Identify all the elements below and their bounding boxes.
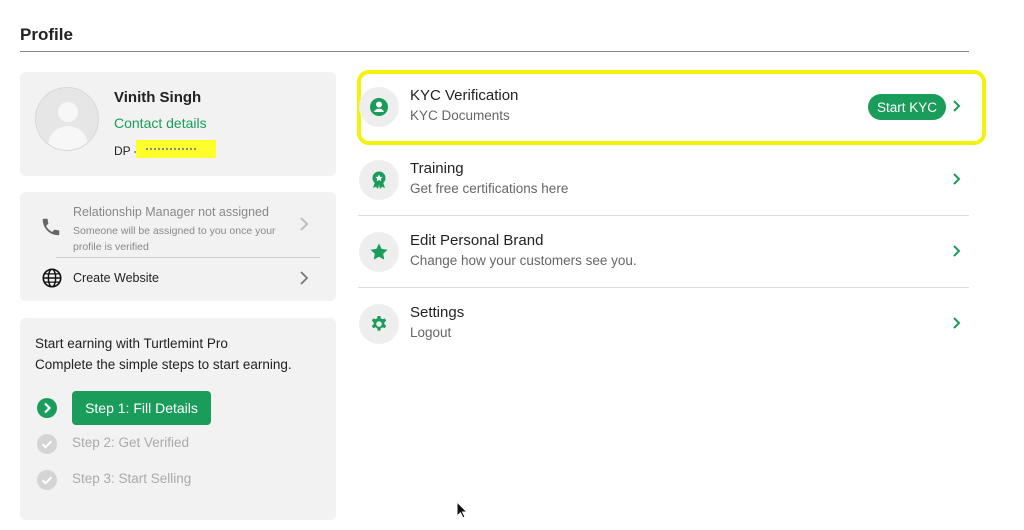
earning-subline: Complete the simple steps to start earni…	[35, 357, 292, 372]
chevron-circle-icon	[37, 398, 57, 418]
create-website-label: Create Website	[73, 271, 159, 285]
globe-icon	[42, 268, 62, 288]
step-1: Step 1: Fill Details	[20, 391, 336, 425]
menu-item-settings[interactable]: Settings Logout	[358, 287, 969, 359]
relationship-manager-subtitle: Someone will be assigned to you once you…	[73, 225, 276, 253]
star-icon	[370, 243, 388, 260]
check-circle-icon	[37, 434, 57, 454]
chevron-right-icon	[953, 317, 961, 329]
user-circle-icon	[370, 98, 388, 116]
settings-icon-circle	[359, 304, 399, 344]
relationship-manager-row[interactable]: Relationship Manager not assigned Someon…	[20, 192, 336, 256]
dp-label: DP -	[114, 144, 138, 158]
step-2-label: Step 2: Get Verified	[72, 435, 190, 450]
start-kyc-button[interactable]: Start KYC	[868, 94, 946, 120]
logout-link[interactable]: Logout	[410, 325, 451, 340]
personal-brand-title: Edit Personal Brand	[410, 232, 544, 249]
avatar[interactable]	[35, 87, 99, 151]
settings-title: Settings	[410, 304, 465, 321]
relationship-card: Relationship Manager not assigned Someon…	[20, 192, 336, 301]
fill-details-button[interactable]: Step 1: Fill Details	[72, 391, 211, 425]
badge-icon	[372, 171, 386, 189]
step-3-label: Step 3: Start Selling	[72, 471, 192, 486]
menu-item-training[interactable]: Training Get free certifications here	[358, 143, 969, 215]
training-icon-circle	[359, 160, 399, 200]
brand-icon-circle	[359, 232, 399, 272]
check-circle-icon	[37, 470, 57, 490]
chevron-right-icon	[300, 271, 309, 285]
create-website-row[interactable]: Create Website	[20, 258, 336, 300]
kyc-title: KYC Verification	[410, 87, 519, 104]
redacted-dp-highlight	[136, 140, 216, 158]
contact-details-link[interactable]: Contact details	[114, 115, 207, 131]
menu-item-personal-brand[interactable]: Edit Personal Brand Change how your cust…	[358, 215, 969, 287]
menu-item-kyc[interactable]: KYC Verification KYC Documents Start KYC	[358, 70, 969, 142]
relationship-manager-title: Relationship Manager not assigned	[73, 205, 269, 219]
chevron-right-icon	[953, 173, 961, 185]
user-name: Vinith Singh	[114, 89, 202, 106]
phone-icon	[42, 218, 60, 236]
personal-brand-subtitle: Change how your customers see you.	[410, 253, 637, 268]
profile-card: Vinith Singh Contact details DP -	[20, 72, 336, 176]
chevron-right-icon	[953, 245, 961, 257]
earning-headline: Start earning with Turtlemint Pro	[35, 336, 228, 351]
kyc-subtitle: KYC Documents	[410, 108, 510, 123]
title-divider	[20, 51, 969, 52]
gear-icon	[371, 316, 387, 331]
step-2: Step 2: Get Verified	[20, 427, 336, 461]
chevron-right-icon	[953, 100, 961, 112]
kyc-icon-circle	[359, 87, 399, 127]
training-title: Training	[410, 160, 464, 177]
page-title: Profile	[20, 25, 73, 44]
step-3: Step 3: Start Selling	[20, 463, 336, 497]
training-subtitle: Get free certifications here	[410, 181, 569, 196]
earning-card: Start earning with Turtlemint Pro Comple…	[20, 318, 336, 520]
chevron-right-icon	[300, 217, 309, 231]
mouse-cursor-icon	[456, 501, 468, 519]
